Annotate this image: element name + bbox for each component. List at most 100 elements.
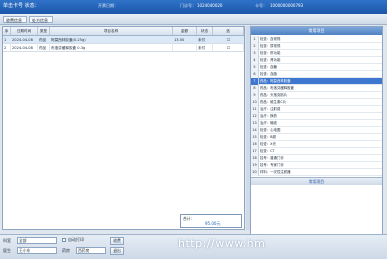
list-item-label: 检查：尿常规 bbox=[260, 44, 281, 48]
list-item-label: 治疗：换药 bbox=[260, 114, 277, 118]
list-item[interactable]: 2 检查：尿常规 bbox=[251, 43, 382, 50]
list-item[interactable]: 8 药品：布洛芬缓释胶囊 bbox=[251, 85, 382, 92]
doctor-label: 医生 bbox=[3, 248, 11, 253]
title-bar: 单击卡号 状态： 开票日期： 门诊号： 1024040020 卡号： 10000… bbox=[0, 0, 387, 14]
list-item-value bbox=[357, 134, 381, 141]
list-item-number: 16 bbox=[251, 141, 259, 148]
list-item-value bbox=[357, 36, 381, 43]
list-item-label: 检查：B超 bbox=[260, 135, 276, 139]
row-checkbox[interactable]: ☐ bbox=[213, 44, 244, 52]
card-number-value: 1000000000793 bbox=[270, 3, 304, 8]
row-item-name: 布洛芬缓释胶囊 0.3g bbox=[50, 44, 173, 52]
row-checkbox[interactable]: ☐ bbox=[213, 36, 244, 44]
clinic-id-value: 1024040020 bbox=[197, 3, 223, 8]
list-item-label: 检查：血糖 bbox=[260, 65, 277, 69]
list-item[interactable]: 19 挂号：专家门诊 bbox=[251, 162, 382, 169]
list-item-value bbox=[357, 50, 381, 57]
charge-button[interactable]: 收费 bbox=[110, 237, 124, 245]
list-item[interactable]: 12 治疗：换药 bbox=[251, 113, 382, 120]
list-item-value bbox=[357, 106, 381, 113]
list-item[interactable]: 13 治疗：输液 bbox=[251, 120, 382, 127]
list-item-label: 检查：肾功能 bbox=[260, 58, 281, 62]
tab-charge-info[interactable]: 收费信息 bbox=[3, 16, 27, 23]
list-item[interactable]: 4 检查：肾功能 bbox=[251, 57, 382, 64]
list-item-number: 10 bbox=[251, 99, 259, 106]
list-item[interactable]: 15 检查：B超 bbox=[251, 134, 382, 141]
row-amount: 13.50 bbox=[173, 36, 197, 44]
list-item-number: 13 bbox=[251, 120, 259, 127]
list-item[interactable]: 14 检查：心电图 bbox=[251, 127, 382, 134]
panel-footer-button[interactable]: 常用项目 bbox=[251, 177, 382, 185]
exit-button[interactable]: 退出 bbox=[110, 247, 124, 255]
row-datetime: 2024-04-08 bbox=[11, 36, 38, 44]
row-type: 药品 bbox=[38, 36, 50, 44]
list-item-number: 17 bbox=[251, 148, 259, 155]
header-mid-label: 开票日期： bbox=[98, 3, 118, 8]
list-item[interactable]: 7 药品：阿莫西林胶囊 bbox=[251, 78, 382, 85]
list-item-value bbox=[357, 57, 381, 64]
list-item[interactable]: 18 挂号：普通门诊 bbox=[251, 155, 382, 162]
list-item-value bbox=[357, 43, 381, 50]
list-item-label: 药品：阿莫西林胶囊 bbox=[260, 79, 291, 83]
list-item[interactable]: 20 材料：一次性注射器 bbox=[251, 169, 382, 176]
list-item-label: 挂号：普通门诊 bbox=[260, 156, 284, 160]
list-item-label: 治疗：注射费 bbox=[260, 107, 281, 111]
doctor-select[interactable]: 王小东 bbox=[17, 247, 57, 254]
row-amount bbox=[173, 44, 197, 52]
list-item-number: 8 bbox=[251, 85, 259, 92]
table-row[interactable]: 2 2024-04-08 药品 布洛芬缓释胶囊 0.3g 未付 ☐ bbox=[3, 44, 244, 52]
list-item-label: 药品：头孢克肟片 bbox=[260, 93, 288, 97]
pharmacy-label: 药房 bbox=[62, 248, 70, 253]
list-item-label: 检查：心电图 bbox=[260, 128, 281, 132]
tab-prescription-info[interactable]: 处方信息 bbox=[29, 16, 53, 23]
list-item[interactable]: 10 药品：维生素C片 bbox=[251, 99, 382, 106]
list-item[interactable]: 16 检查：X光 bbox=[251, 141, 382, 148]
charge-grid: 序 日期时间 类型 项目名称 金额 状态 选 1 2024-04-08 药品 阿… bbox=[2, 26, 245, 230]
grid-header: 序 日期时间 类型 项目名称 金额 状态 选 bbox=[3, 27, 244, 36]
list-item-number: 5 bbox=[251, 64, 259, 71]
list-item-value bbox=[357, 162, 381, 169]
pharmacy-select[interactable]: 西药房 bbox=[76, 247, 106, 254]
list-item[interactable]: 11 治疗：注射费 bbox=[251, 106, 382, 113]
list-item-value bbox=[357, 141, 381, 148]
list-item-label: 药品：布洛芬缓释胶囊 bbox=[260, 86, 294, 90]
list-item-value bbox=[357, 64, 381, 71]
list-item-label: 检查：X光 bbox=[260, 142, 276, 146]
list-item-label: 检查：肝功能 bbox=[260, 51, 281, 55]
table-row[interactable]: 1 2024-04-08 药品 阿莫西林胶囊(0.25g) 13.50 未付 ☐ bbox=[3, 36, 244, 44]
list-item-label: 检查：血脂 bbox=[260, 72, 277, 76]
list-item-number: 7 bbox=[251, 78, 259, 85]
list-item-value bbox=[357, 155, 381, 162]
list-item-number: 19 bbox=[251, 162, 259, 169]
list-item[interactable]: 5 检查：血糖 bbox=[251, 64, 382, 71]
total-label: 合计： bbox=[183, 216, 195, 221]
list-item-number: 18 bbox=[251, 155, 259, 162]
list-item-value bbox=[357, 85, 381, 92]
col-item-name: 项目名称 bbox=[50, 27, 173, 35]
list-item-value bbox=[357, 148, 381, 155]
list-item-label: 检查：血常规 bbox=[260, 37, 281, 41]
dept-label: 科室 bbox=[3, 238, 11, 243]
auto-print-label: 自动打印 bbox=[68, 237, 84, 242]
list-item-label: 检查：CT bbox=[260, 149, 275, 153]
list-item-number: 1 bbox=[251, 36, 259, 43]
list-item[interactable]: 17 检查：CT bbox=[251, 148, 382, 155]
list-item-number: 11 bbox=[251, 106, 259, 113]
list-item[interactable]: 1 检查：血常规 bbox=[251, 36, 382, 43]
list-item-value bbox=[357, 113, 381, 120]
list-item[interactable]: 3 检查：肝功能 bbox=[251, 50, 382, 57]
card-number-label: 卡号： bbox=[255, 3, 267, 8]
auto-print-checkbox[interactable] bbox=[62, 238, 66, 242]
row-status: 未付 bbox=[197, 36, 213, 44]
row-datetime: 2024-04-08 bbox=[11, 44, 38, 52]
list-item-value bbox=[357, 120, 381, 127]
list-item-label: 药品：维生素C片 bbox=[260, 100, 287, 104]
dept-select[interactable]: 全部 bbox=[17, 237, 57, 244]
list-item-value bbox=[357, 127, 381, 134]
list-item-label: 挂号：专家门诊 bbox=[260, 163, 284, 167]
list-item[interactable]: 9 药品：头孢克肟片 bbox=[251, 92, 382, 99]
row-type: 药品 bbox=[38, 44, 50, 52]
common-items-panel: 常用项目 1 检查：血常规 2 检查：尿常规 3 检查：肝功能 4 检查：肾功能 5 检查：血糖 6… bbox=[250, 26, 383, 236]
list-item-number: 9 bbox=[251, 92, 259, 99]
list-item[interactable]: 6 检查：血脂 bbox=[251, 71, 382, 78]
